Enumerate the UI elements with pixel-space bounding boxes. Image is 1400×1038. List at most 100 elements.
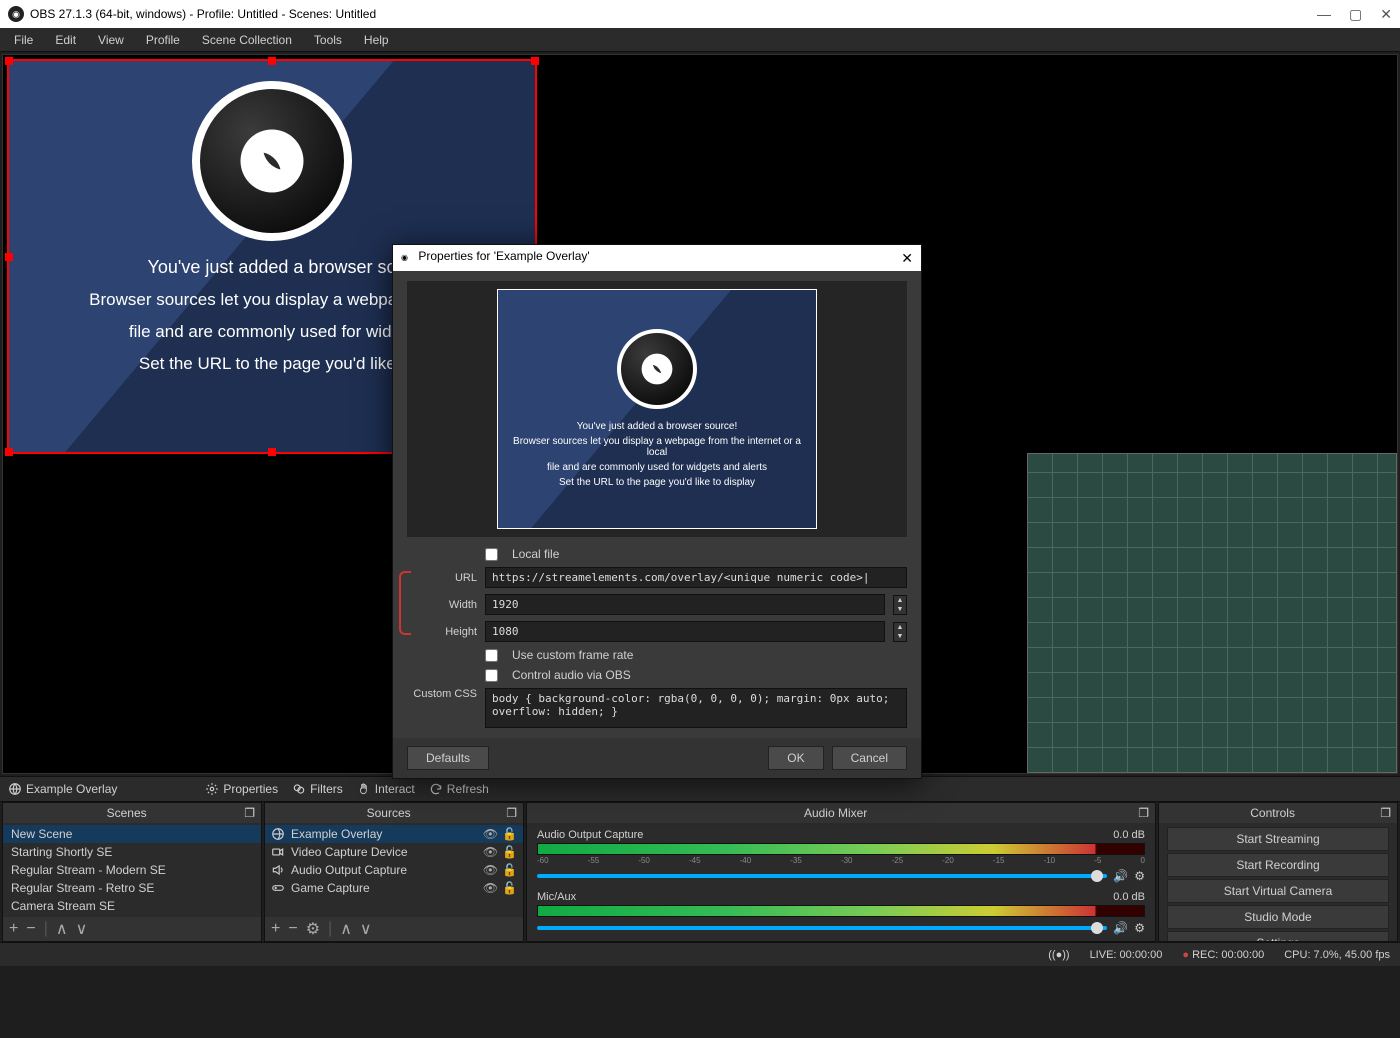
resize-handle-w[interactable] — [5, 253, 13, 261]
toolbar-interact-button[interactable]: Interact — [357, 782, 415, 796]
sources-list[interactable]: Example Overlay 👁🔓 Video Capture Device … — [265, 823, 523, 917]
sources-dock: Sources ❐ Example Overlay 👁🔓 Video Captu… — [264, 802, 524, 942]
local-file-checkbox[interactable] — [485, 548, 498, 561]
mixer-track: Mic/Aux0.0 dB 🔊 ⚙ — [527, 887, 1155, 939]
url-label: URL — [407, 572, 477, 584]
start-streaming-button[interactable]: Start Streaming — [1167, 827, 1389, 851]
gamepad-icon — [271, 881, 285, 895]
scenes-list[interactable]: New Scene Starting Shortly SE Regular St… — [3, 823, 261, 917]
menu-edit[interactable]: Edit — [45, 30, 86, 50]
scenes-dock: Scenes ❐ New Scene Starting Shortly SE R… — [2, 802, 262, 942]
menu-bar: File Edit View Profile Scene Collection … — [0, 28, 1400, 52]
width-input[interactable] — [485, 594, 885, 615]
source-item[interactable]: Game Capture 👁🔓 — [265, 879, 523, 897]
status-bar: ((●)) LIVE: 00:00:00 ● REC: 00:00:00 CPU… — [0, 942, 1400, 966]
resize-handle-n[interactable] — [268, 57, 276, 65]
scenes-popout-icon[interactable]: ❐ — [244, 806, 255, 820]
ok-button[interactable]: OK — [768, 746, 823, 770]
lock-icon[interactable]: 🔓 — [502, 881, 517, 895]
status-broadcast-icon: ((●)) — [1048, 949, 1069, 961]
eye-icon[interactable]: 👁 — [483, 863, 498, 877]
sources-divider: | — [328, 920, 332, 938]
scene-item[interactable]: Regular Stream - Retro SE — [3, 879, 261, 897]
resize-handle-nw[interactable] — [5, 57, 13, 65]
eye-icon[interactable]: 👁 — [483, 881, 498, 895]
resize-handle-ne[interactable] — [531, 57, 539, 65]
gear-icon — [205, 782, 219, 796]
menu-file[interactable]: File — [4, 30, 43, 50]
controls-popout-icon[interactable]: ❐ — [1380, 806, 1391, 820]
url-input[interactable] — [485, 567, 907, 588]
source-item[interactable]: Video Capture Device 👁🔓 — [265, 843, 523, 861]
source-item[interactable]: Audio Output Capture 👁🔓 — [265, 861, 523, 879]
lock-icon[interactable]: 🔓 — [502, 827, 517, 841]
gear-icon[interactable]: ⚙ — [1134, 921, 1145, 935]
close-button[interactable]: ✕ — [1380, 6, 1392, 23]
menu-help[interactable]: Help — [354, 30, 399, 50]
globe-icon — [8, 782, 22, 796]
controls-dock: Controls ❐ Start Streaming Start Recordi… — [1158, 802, 1398, 942]
preview-video-capture[interactable] — [1027, 453, 1397, 773]
status-cpu: CPU: 7.0%, 45.00 fps — [1284, 949, 1390, 961]
scenes-up-button[interactable]: ∧ — [56, 919, 68, 939]
filters-icon — [292, 782, 306, 796]
resize-handle-sw[interactable] — [5, 448, 13, 456]
sources-properties-button[interactable]: ⚙ — [306, 919, 320, 939]
volume-slider[interactable] — [537, 926, 1107, 930]
minimize-button[interactable]: — — [1317, 6, 1331, 23]
studio-mode-button[interactable]: Studio Mode — [1167, 905, 1389, 929]
scene-item[interactable]: Camera Stream SE — [3, 897, 261, 915]
height-spinner[interactable]: ▲▼ — [893, 622, 907, 642]
eye-icon[interactable]: 👁 — [483, 827, 498, 841]
toolbar-refresh-button[interactable]: Refresh — [429, 782, 489, 796]
speaker-icon[interactable]: 🔊 — [1113, 921, 1128, 935]
control-audio-label: Control audio via OBS — [512, 668, 631, 682]
settings-button[interactable]: Settings — [1167, 931, 1389, 941]
toolbar-filters-button[interactable]: Filters — [292, 782, 343, 796]
mixer-popout-icon[interactable]: ❐ — [1138, 806, 1149, 820]
dialog-close-button[interactable]: ✕ — [901, 250, 913, 267]
sources-remove-button[interactable]: − — [288, 920, 297, 938]
start-virtual-camera-button[interactable]: Start Virtual Camera — [1167, 879, 1389, 903]
toolbar-properties-button[interactable]: Properties — [205, 782, 278, 796]
scene-item[interactable]: New Scene — [3, 825, 261, 843]
menu-view[interactable]: View — [88, 30, 134, 50]
menu-tools[interactable]: Tools — [304, 30, 352, 50]
menu-profile[interactable]: Profile — [136, 30, 190, 50]
cancel-button[interactable]: Cancel — [832, 746, 907, 770]
scenes-add-button[interactable]: + — [9, 920, 18, 938]
annotation-bracket — [399, 571, 411, 635]
camera-icon — [271, 845, 285, 859]
sources-popout-icon[interactable]: ❐ — [506, 806, 517, 820]
width-spinner[interactable]: ▲▼ — [893, 595, 907, 615]
source-item[interactable]: Example Overlay 👁🔓 — [265, 825, 523, 843]
sources-add-button[interactable]: + — [271, 920, 280, 938]
height-input[interactable] — [485, 621, 885, 642]
globe-icon — [271, 827, 285, 841]
local-file-label: Local file — [512, 547, 559, 561]
obs-logo-icon: ◉ — [8, 6, 24, 22]
custom-frame-rate-checkbox[interactable] — [485, 649, 498, 662]
toolbar-selected-source: Example Overlay — [8, 782, 117, 796]
control-audio-checkbox[interactable] — [485, 669, 498, 682]
custom-css-input[interactable] — [485, 688, 907, 728]
status-live: LIVE: 00:00:00 — [1090, 949, 1163, 961]
maximize-button[interactable]: ▢ — [1349, 6, 1362, 23]
resize-handle-s[interactable] — [268, 448, 276, 456]
volume-slider[interactable] — [537, 874, 1107, 878]
scenes-down-button[interactable]: ∨ — [76, 919, 88, 939]
speaker-icon[interactable]: 🔊 — [1113, 869, 1128, 883]
lock-icon[interactable]: 🔓 — [502, 863, 517, 877]
start-recording-button[interactable]: Start Recording — [1167, 853, 1389, 877]
sources-up-button[interactable]: ∧ — [340, 919, 352, 939]
dialog-preview: You've just added a browser source! Brow… — [407, 281, 907, 537]
sources-down-button[interactable]: ∨ — [360, 919, 372, 939]
lock-icon[interactable]: 🔓 — [502, 845, 517, 859]
scenes-remove-button[interactable]: − — [26, 920, 35, 938]
defaults-button[interactable]: Defaults — [407, 746, 489, 770]
eye-icon[interactable]: 👁 — [483, 845, 498, 859]
scene-item[interactable]: Regular Stream - Modern SE — [3, 861, 261, 879]
scene-item[interactable]: Starting Shortly SE — [3, 843, 261, 861]
menu-scene-collection[interactable]: Scene Collection — [192, 30, 302, 50]
gear-icon[interactable]: ⚙ — [1134, 869, 1145, 883]
